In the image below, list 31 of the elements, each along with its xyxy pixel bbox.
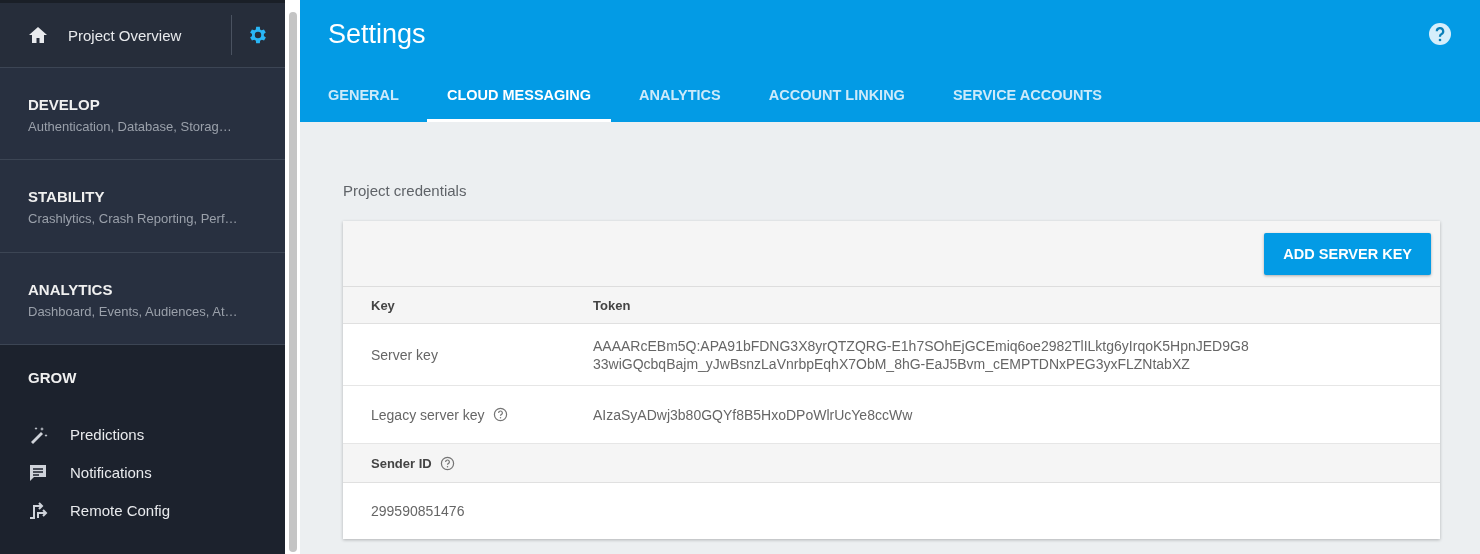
scrollbar-thumb[interactable] [288, 12, 297, 552]
section-title: DEVELOP [28, 96, 101, 114]
section-title: STABILITY [28, 188, 106, 206]
token-value: AAAARcEBm5Q:APA91bFDNG3X8yrQTZQRG-E1h7SOhEjGCEmiq6oe2982TlILktg6yIrqoK5HpnJED9G8 33wiGQcbqBajm_yJwBsnzLaVnrbpEqhX7ObM_8hG-EaJ5Bvm_cEMPTDNxPEG3yxFLZNtabXZ [593, 336, 1250, 373]
sender-id-label: Sender ID [371, 455, 432, 471]
section-heading: Project credentials [343, 182, 468, 199]
key-name: Server key [371, 346, 438, 363]
sidebar-item[interactable]: Notifications [70, 464, 152, 482]
token-value: AIzaSyADwj3b80GQYf8B5HxoDPoWlrUcYe8ccWw [593, 405, 914, 424]
help-icon[interactable] [1428, 22, 1452, 46]
column-header: Key [371, 297, 395, 313]
home-icon[interactable] [28, 25, 48, 46]
section-subtitle: Crashlytics, Crash Reporting, Perf… [28, 211, 239, 227]
help-icon[interactable] [439, 455, 455, 471]
section-title: ANALYTICS [28, 280, 114, 298]
section-title: GROW [28, 369, 78, 386]
message-icon [28, 463, 48, 483]
sidebar-item[interactable]: Remote Config [70, 502, 171, 520]
help-icon[interactable] [492, 407, 508, 422]
section-subtitle: Dashboard, Events, Audiences, At… [28, 303, 239, 319]
sidebar-section[interactable]: STABILITY Crashlytics, Crash Reporting, Perf… [0, 160, 285, 253]
page-title: Settings [328, 18, 426, 50]
sidebar-item[interactable]: Predictions [70, 426, 145, 444]
swap-arrows-icon [28, 501, 48, 521]
sidebar-section[interactable]: DEVELOP Authentication, Database, Storag… [0, 68, 285, 161]
project-overview-link[interactable]: Project Overview [68, 26, 231, 44]
sender-id-value: 299590851476 [371, 503, 465, 519]
key-name: Legacy server key [371, 406, 485, 423]
sidebar-section[interactable]: ANALYTICS Dashboard, Events, Audiences, At… [0, 252, 285, 345]
column-header: Token [593, 297, 631, 313]
section-subtitle: Authentication, Database, Storag… [28, 119, 233, 135]
